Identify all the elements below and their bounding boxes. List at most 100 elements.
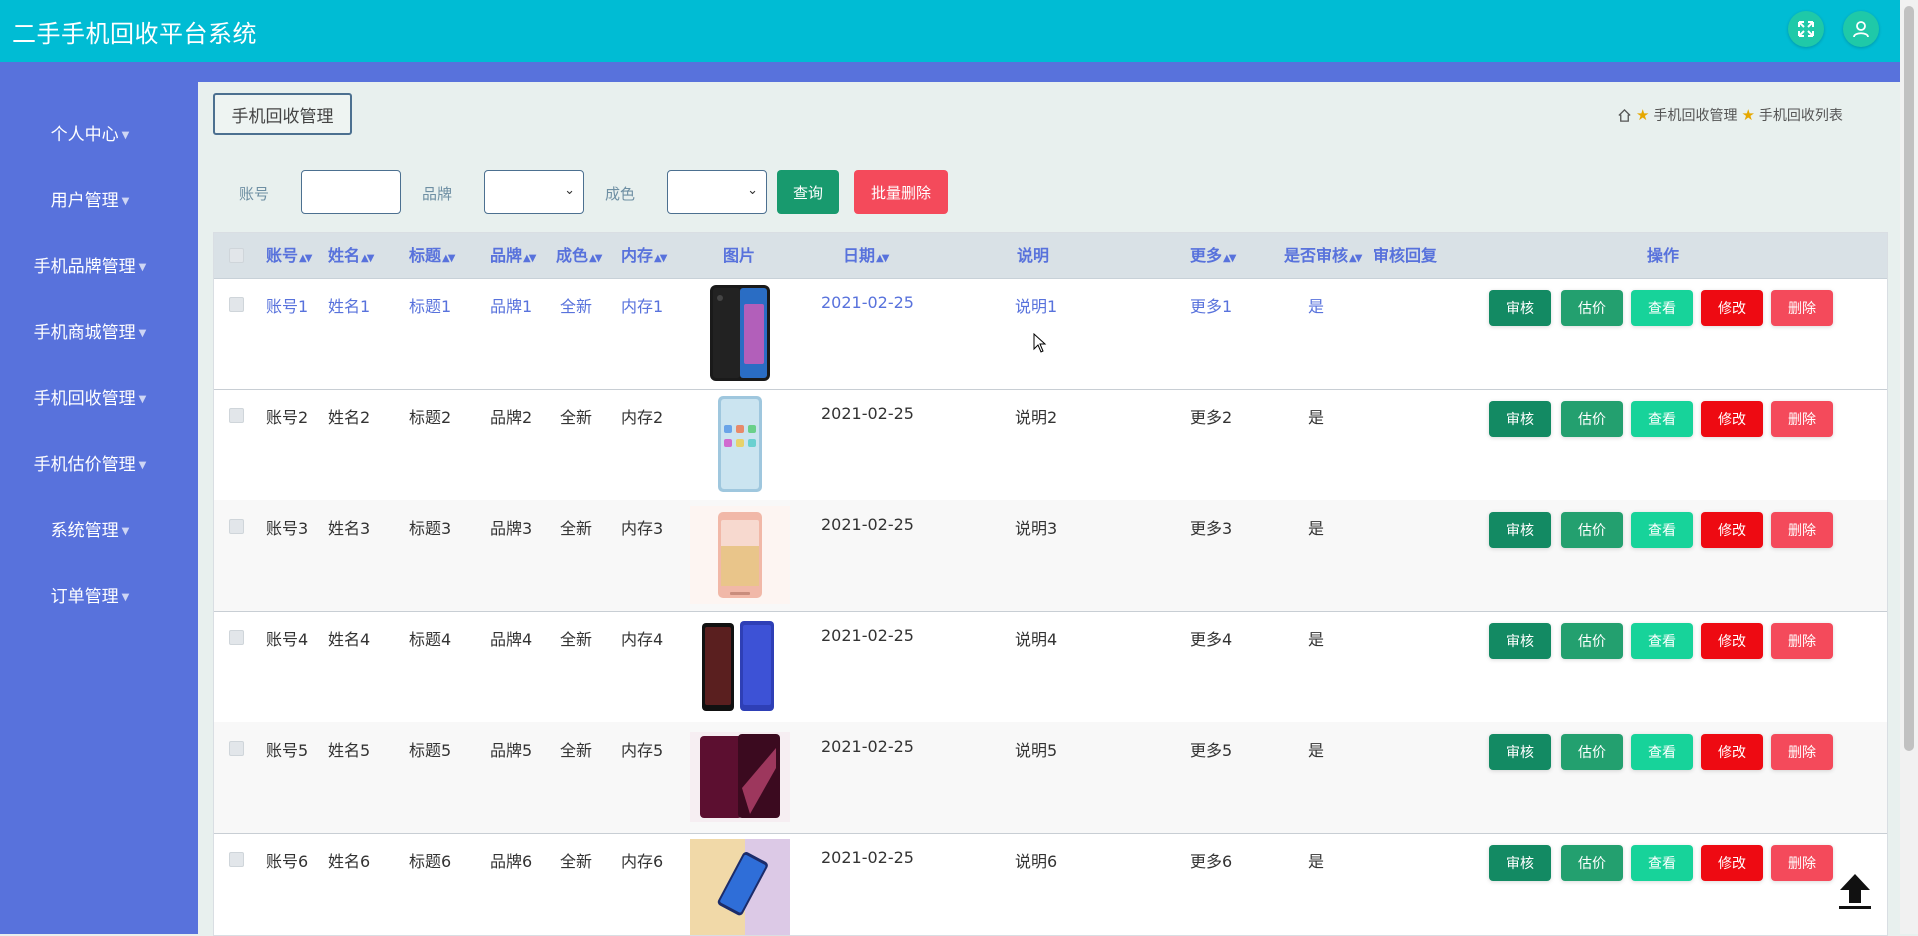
sidebar-item-recycle-management[interactable]: 手机回收管理 ▼ — [0, 384, 180, 409]
cell-brand: 品牌4 — [490, 630, 533, 649]
edit-button[interactable]: 修改 — [1701, 845, 1763, 881]
edit-button[interactable]: 修改 — [1701, 290, 1763, 326]
sort-icon: ▲▼ — [299, 253, 312, 264]
phone-image — [690, 394, 790, 494]
sort-icon: ▲▼ — [654, 253, 667, 264]
estimate-button[interactable]: 估价 — [1561, 512, 1623, 548]
review-button[interactable]: 审核 — [1489, 512, 1551, 548]
row-checkbox[interactable] — [229, 741, 244, 756]
cell-memory: 内存5 — [621, 741, 664, 760]
cell-brand: 品牌3 — [490, 519, 533, 538]
condition-select[interactable]: ⌄ — [667, 170, 767, 214]
estimate-button[interactable]: 估价 — [1561, 845, 1623, 881]
cell-description: 说明3 — [1015, 519, 1058, 538]
edit-button[interactable]: 修改 — [1701, 512, 1763, 548]
delete-button[interactable]: 删除 — [1771, 290, 1833, 326]
review-button[interactable]: 审核 — [1489, 734, 1551, 770]
row-checkbox[interactable] — [229, 630, 244, 645]
view-button[interactable]: 查看 — [1631, 401, 1693, 437]
estimate-button[interactable]: 估价 — [1561, 734, 1623, 770]
cell-condition: 全新 — [560, 408, 593, 427]
sort-icon: ▲▼ — [1349, 253, 1362, 264]
row-checkbox[interactable] — [229, 852, 244, 867]
review-button[interactable]: 审核 — [1489, 623, 1551, 659]
cell-more: 更多5 — [1190, 741, 1233, 760]
edit-button[interactable]: 修改 — [1701, 401, 1763, 437]
header-name[interactable]: 姓名▲▼ — [328, 233, 374, 278]
sort-icon: ▲▼ — [876, 253, 889, 264]
header-reviewed[interactable]: 是否审核▲▼ — [1284, 233, 1362, 278]
view-button[interactable]: 查看 — [1631, 734, 1693, 770]
vertical-scrollbar[interactable] — [1900, 0, 1918, 934]
back-to-top-button[interactable] — [1834, 870, 1876, 912]
scrollbar-thumb[interactable] — [1904, 6, 1914, 751]
estimate-button[interactable]: 估价 — [1561, 623, 1623, 659]
cell-memory: 内存2 — [621, 408, 664, 427]
sort-icon: ▲▼ — [523, 253, 536, 264]
delete-button[interactable]: 删除 — [1771, 623, 1833, 659]
header-condition[interactable]: 成色▲▼ — [556, 233, 602, 278]
sort-icon: ▲▼ — [361, 253, 374, 264]
sidebar-item-user-management[interactable]: 用户管理 ▼ — [0, 186, 180, 211]
cell-account: 账号1 — [266, 297, 309, 316]
cell-title: 标题6 — [409, 852, 452, 871]
table-row: 账号6 姓名6 标题6 品牌6 全新 内存6 2021-02-25 说明6 更多… — [214, 833, 1887, 935]
query-button[interactable]: 查询 — [777, 170, 839, 214]
expand-icon — [1798, 21, 1814, 37]
header-brand[interactable]: 品牌▲▼ — [490, 233, 536, 278]
review-button[interactable]: 审核 — [1489, 290, 1551, 326]
phone-image — [690, 838, 790, 935]
header-title[interactable]: 标题▲▼ — [409, 233, 455, 278]
delete-button[interactable]: 删除 — [1771, 734, 1833, 770]
header-memory[interactable]: 内存▲▼ — [621, 233, 667, 278]
header-more[interactable]: 更多▲▼ — [1190, 233, 1236, 278]
batch-delete-button[interactable]: 批量删除 — [854, 170, 948, 214]
estimate-button[interactable]: 估价 — [1561, 290, 1623, 326]
cell-condition: 全新 — [560, 297, 593, 316]
view-button[interactable]: 查看 — [1631, 845, 1693, 881]
cell-name: 姓名3 — [328, 519, 371, 538]
cell-title: 标题1 — [409, 297, 452, 316]
fullscreen-button[interactable] — [1788, 11, 1824, 47]
sidebar-item-mall-management[interactable]: 手机商城管理 ▼ — [0, 318, 180, 343]
select-all-checkbox[interactable] — [229, 248, 244, 263]
edit-button[interactable]: 修改 — [1701, 734, 1763, 770]
sidebar-item-estimate-management[interactable]: 手机估价管理 ▼ — [0, 450, 180, 475]
row-checkbox[interactable] — [229, 519, 244, 534]
caret-down-icon: ▼ — [138, 393, 147, 405]
review-button[interactable]: 审核 — [1489, 845, 1551, 881]
cell-title: 标题3 — [409, 519, 452, 538]
sidebar-item-system-management[interactable]: 系统管理 ▼ — [0, 516, 180, 541]
phone-image — [690, 283, 790, 383]
user-button[interactable] — [1843, 11, 1879, 47]
brand-label: 品牌 — [422, 185, 453, 203]
module-tab[interactable]: 手机回收管理 — [213, 93, 352, 135]
cell-memory: 内存1 — [621, 297, 664, 316]
row-checkbox[interactable] — [229, 297, 244, 312]
view-button[interactable]: 查看 — [1631, 290, 1693, 326]
header-image: 图片 — [723, 246, 756, 265]
cell-date: 2021-02-25 — [821, 737, 914, 756]
sidebar-item-order-management[interactable]: 订单管理 ▼ — [0, 582, 180, 607]
header-account[interactable]: 账号▲▼ — [266, 233, 312, 278]
brand-select[interactable]: ⌄ — [484, 170, 584, 214]
edit-button[interactable]: 修改 — [1701, 623, 1763, 659]
sidebar-item-personal-center[interactable]: 个人中心 ▼ — [0, 120, 180, 145]
view-button[interactable]: 查看 — [1631, 512, 1693, 548]
header-actions: 操作 — [1647, 246, 1680, 265]
delete-button[interactable]: 删除 — [1771, 512, 1833, 548]
header-review-reply: 审核回复 — [1373, 246, 1438, 265]
estimate-button[interactable]: 估价 — [1561, 401, 1623, 437]
account-input[interactable] — [301, 170, 401, 214]
caret-down-icon: ▼ — [138, 327, 147, 339]
breadcrumb-item[interactable]: 手机回收管理 — [1653, 105, 1737, 125]
review-button[interactable]: 审核 — [1489, 401, 1551, 437]
delete-button[interactable]: 删除 — [1771, 401, 1833, 437]
caret-down-icon: ▼ — [138, 261, 147, 273]
delete-button[interactable]: 删除 — [1771, 845, 1833, 881]
sidebar-item-brand-management[interactable]: 手机品牌管理 ▼ — [0, 252, 180, 277]
view-button[interactable]: 查看 — [1631, 623, 1693, 659]
header-date[interactable]: 日期▲▼ — [843, 233, 889, 278]
home-icon[interactable] — [1617, 108, 1632, 123]
row-checkbox[interactable] — [229, 408, 244, 423]
